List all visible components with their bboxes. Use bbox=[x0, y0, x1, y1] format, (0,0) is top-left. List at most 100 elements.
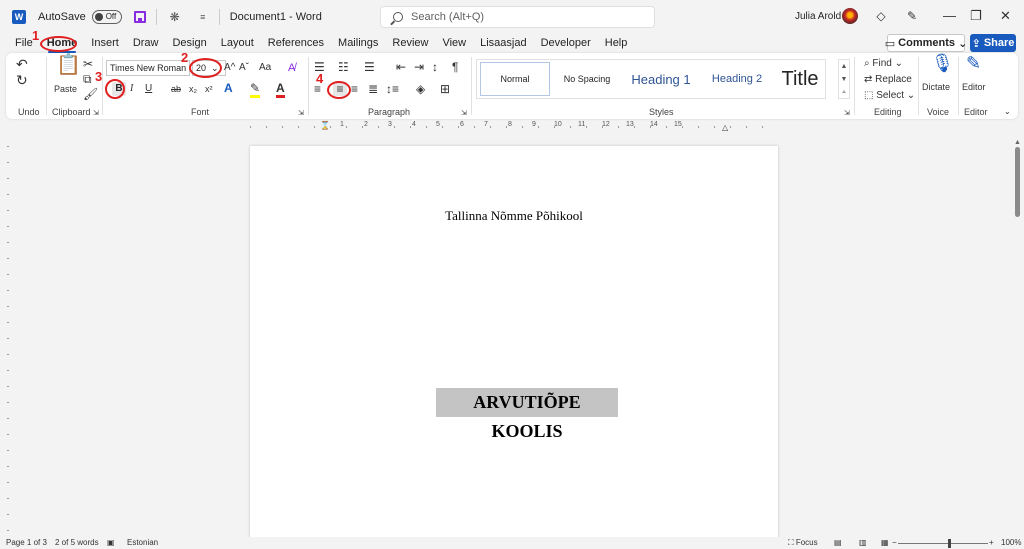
scrollbar-thumb[interactable] bbox=[1015, 147, 1020, 217]
copy-icon[interactable]: ⧉ bbox=[83, 72, 92, 86]
text-effects-icon[interactable]: A bbox=[224, 81, 233, 95]
vertical-scrollbar[interactable]: ▲ bbox=[1012, 135, 1024, 537]
style-heading-1[interactable]: Heading 1 bbox=[623, 62, 699, 96]
zoom-in-icon[interactable]: + bbox=[989, 538, 994, 547]
group-label-styles: Styles bbox=[649, 107, 674, 117]
close-button[interactable]: ✕ bbox=[1000, 8, 1011, 24]
shading-icon[interactable]: ◈ bbox=[416, 82, 425, 96]
font-color-icon[interactable]: A bbox=[276, 81, 285, 98]
selected-title-text[interactable]: ARVUTIÕPE KOOLIS bbox=[436, 388, 618, 441]
group-label-clipboard: Clipboard bbox=[52, 107, 91, 117]
style-no-spacing[interactable]: No Spacing bbox=[555, 62, 619, 96]
annotation-2: 2 bbox=[181, 50, 189, 65]
increase-indent-icon[interactable]: ⇥ bbox=[414, 60, 424, 74]
tab-insert[interactable]: Insert bbox=[84, 34, 126, 52]
styles-scroll[interactable]: ▲ ▼ ⩡ bbox=[838, 59, 850, 99]
sort-icon[interactable]: ↕ bbox=[432, 60, 438, 74]
cut-icon[interactable]: ✂ bbox=[83, 57, 93, 71]
zoom-slider[interactable] bbox=[898, 543, 988, 544]
align-right-icon[interactable]: ≡ bbox=[351, 82, 358, 96]
tab-view[interactable]: View bbox=[435, 34, 473, 52]
shrink-font-button[interactable]: Aˇ bbox=[239, 61, 249, 75]
tab-developer[interactable]: Developer bbox=[534, 34, 598, 52]
show-formatting-icon[interactable]: ¶ bbox=[452, 60, 458, 74]
share-button[interactable]: ⇪ Share bbox=[970, 34, 1016, 52]
microphone-icon[interactable]: 🎙 bbox=[931, 54, 954, 72]
tab-help[interactable]: Help bbox=[598, 34, 635, 52]
change-case-button[interactable]: Aa bbox=[259, 61, 271, 75]
dictate-button[interactable]: Dictate bbox=[922, 80, 950, 94]
styles-launcher-icon[interactable]: ⇲ bbox=[844, 107, 850, 121]
quick-access-dropdown-icon[interactable]: ≡ bbox=[193, 7, 213, 27]
grow-font-button[interactable]: A^ bbox=[224, 61, 235, 75]
format-painter-icon[interactable]: 🖌 bbox=[83, 87, 98, 101]
style-heading-2[interactable]: Heading 2 bbox=[701, 62, 773, 96]
zoom-out-icon[interactable]: − bbox=[892, 538, 897, 547]
annotation-4: 4 bbox=[316, 71, 324, 86]
zoom-level[interactable]: 100% bbox=[1001, 538, 1021, 547]
language[interactable]: Estonian bbox=[127, 538, 158, 547]
justify-icon[interactable]: ≣ bbox=[368, 82, 378, 96]
clear-formatting-icon[interactable]: A̸ bbox=[288, 61, 295, 75]
paste-icon[interactable]: 📋 bbox=[56, 55, 81, 75]
editor-button[interactable]: Editor bbox=[962, 80, 986, 94]
pen-icon[interactable]: ✎ bbox=[905, 9, 919, 23]
borders-icon[interactable]: ⊞ bbox=[440, 82, 450, 96]
read-mode-icon[interactable]: ▤ bbox=[834, 538, 842, 547]
collapse-ribbon-icon[interactable]: ⌄ bbox=[1004, 105, 1011, 119]
superscript-button[interactable]: x² bbox=[205, 82, 213, 96]
comments-button[interactable]: ▭ Comments ⌄ bbox=[885, 34, 967, 52]
multilevel-list-icon[interactable]: ☰ bbox=[364, 60, 375, 74]
zoom-slider-thumb[interactable] bbox=[948, 539, 951, 548]
find-button[interactable]: ⌕ Find ⌄ bbox=[864, 57, 903, 71]
word-count[interactable]: 2 of 5 words bbox=[55, 538, 99, 547]
clipboard-launcher-icon[interactable]: ⇲ bbox=[93, 107, 99, 121]
tab-mailings[interactable]: Mailings bbox=[331, 34, 385, 52]
select-button[interactable]: ⬚ Select ⌄ bbox=[864, 89, 915, 103]
avatar[interactable] bbox=[842, 8, 858, 24]
decrease-indent-icon[interactable]: ⇤ bbox=[396, 60, 406, 74]
autosave-toggle[interactable]: Off bbox=[91, 9, 122, 24]
proofing-icon[interactable]: ▣ bbox=[107, 538, 115, 547]
diamond-icon[interactable]: ◇ bbox=[874, 9, 888, 23]
print-layout-icon[interactable]: ▥ bbox=[859, 538, 867, 547]
style-title[interactable]: Title bbox=[773, 62, 827, 96]
line-spacing-icon[interactable]: ↕≡ bbox=[386, 82, 399, 96]
tab-layout[interactable]: Layout bbox=[214, 34, 261, 52]
strikethrough-button[interactable]: ab bbox=[171, 82, 181, 96]
subscript-button[interactable]: x₂ bbox=[189, 82, 197, 96]
undo-icon[interactable]: ↶ bbox=[16, 57, 28, 71]
restore-button[interactable]: ❐ bbox=[970, 8, 982, 24]
style-normal[interactable]: Normal bbox=[480, 62, 550, 96]
tab-references[interactable]: References bbox=[261, 34, 331, 52]
customize-icon[interactable]: ❋ bbox=[165, 7, 185, 27]
focus-button[interactable]: ⛶ Focus bbox=[788, 538, 818, 548]
user-name[interactable]: Julia Arold bbox=[795, 11, 841, 22]
page-count[interactable]: Page 1 of 3 bbox=[6, 538, 47, 547]
school-name-text[interactable]: Tallinna Nõmme Põhikool bbox=[250, 208, 778, 224]
tab-review[interactable]: Review bbox=[385, 34, 435, 52]
paragraph-launcher-icon[interactable]: ⇲ bbox=[461, 107, 467, 121]
document-page[interactable]: Tallinna Nõmme Põhikool ARVUTIÕPE KOOLIS bbox=[250, 146, 778, 546]
underline-button[interactable]: U bbox=[145, 82, 152, 96]
tab-design[interactable]: Design bbox=[165, 34, 213, 52]
minimize-button[interactable]: — bbox=[943, 8, 956, 23]
tab-draw[interactable]: Draw bbox=[126, 34, 166, 52]
italic-button[interactable]: I bbox=[130, 82, 133, 96]
right-indent-marker[interactable]: △ bbox=[722, 121, 728, 135]
highlight-color-icon[interactable]: ✎ bbox=[250, 81, 261, 98]
replace-button[interactable]: ⇄ Replace bbox=[864, 73, 912, 87]
paste-button[interactable]: Paste bbox=[54, 82, 77, 96]
numbering-icon[interactable]: ☷ bbox=[338, 60, 349, 74]
font-launcher-icon[interactable]: ⇲ bbox=[298, 107, 304, 121]
font-name-dropdown[interactable]: Times New Roman bbox=[106, 60, 190, 76]
save-icon[interactable] bbox=[130, 7, 150, 27]
search-input[interactable]: Search (Alt+Q) bbox=[380, 6, 655, 28]
redo-icon[interactable]: ↻ bbox=[16, 73, 28, 87]
editor-icon[interactable]: ✎ bbox=[966, 54, 981, 72]
tab-lisaasjad[interactable]: Lisaasjad bbox=[473, 34, 533, 52]
ribbon: ↶ ↻ Undo 📋 Paste ✂ ⧉ 🖌 Clipboard ⇲ Times… bbox=[6, 53, 1018, 119]
styles-gallery: Normal No Spacing Heading 1 Heading 2 Ti… bbox=[476, 59, 826, 99]
web-layout-icon[interactable]: ▦ bbox=[881, 538, 889, 547]
indent-marker[interactable]: ⌛ bbox=[320, 119, 330, 133]
